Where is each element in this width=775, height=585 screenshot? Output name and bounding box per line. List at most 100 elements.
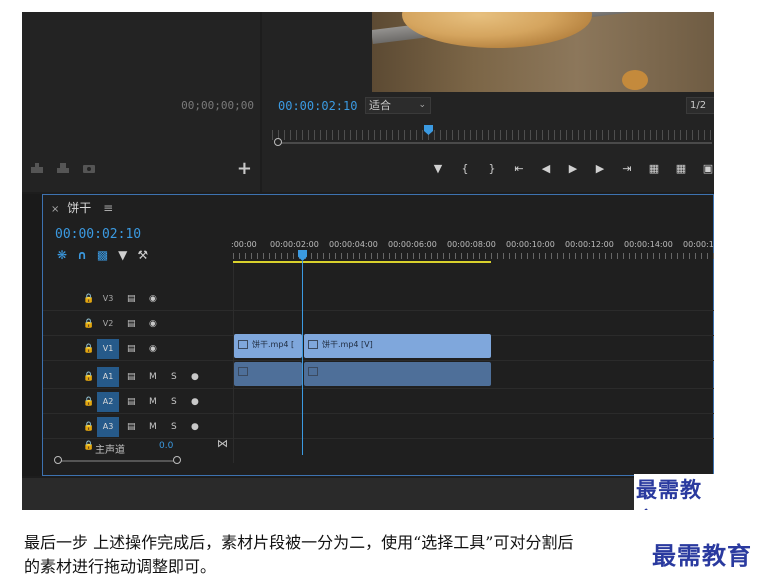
ruler-label: 00:00:10:00 <box>506 240 555 249</box>
track-v3-target[interactable]: V3 <box>97 289 119 309</box>
track-a2-target[interactable]: A2 <box>97 392 119 412</box>
caption-line: 的素材进行拖动调整即可。 <box>24 557 217 576</box>
sync-lock-icon[interactable]: ▤ <box>127 287 136 311</box>
master-track-label: 主声道 <box>95 445 125 456</box>
nest-icon[interactable]: ❋ <box>57 248 67 262</box>
track-row-a2: 🔒 A2 ▤ M S ● <box>43 390 714 414</box>
track-v1-target[interactable]: V1 <box>97 339 119 359</box>
track-row-v3: 🔒 V3 ▤ ◉ <box>43 287 714 311</box>
zoom-handle-left[interactable] <box>54 456 62 464</box>
ruler-label: 00:00:06:00 <box>388 240 437 249</box>
timeline-timecode[interactable]: 00:00:02:10 <box>55 227 141 242</box>
overwrite-icon[interactable] <box>56 162 70 174</box>
lock-icon[interactable]: 🔒 <box>83 337 94 361</box>
tab-sequence[interactable]: × 饼干 ≡ <box>51 199 113 216</box>
timeline-zoom-scrollbar[interactable] <box>54 456 181 464</box>
program-ruler[interactable] <box>272 130 712 140</box>
clip-label: 饼干.mp4 [ <box>238 339 294 350</box>
solo-button[interactable]: S <box>171 365 177 389</box>
add-button[interactable]: + <box>237 158 252 179</box>
premiere-screenshot: 00;00;00;00 + 00:00:02:10 适合 ⌄ 1/2 ▼ { }… <box>22 12 714 510</box>
sync-lock-icon[interactable]: ▤ <box>127 365 136 389</box>
ruler-label: 00:00:08:00 <box>447 240 496 249</box>
track-v2-target[interactable]: V2 <box>97 314 119 334</box>
fx-badge-icon <box>238 367 248 376</box>
eye-icon[interactable]: ◉ <box>149 337 157 361</box>
master-volume-value[interactable]: 0.0 <box>159 441 173 451</box>
mark-out-icon[interactable]: } <box>486 162 498 175</box>
clip-a1-right[interactable] <box>304 362 491 386</box>
clip-v1-left[interactable]: 饼干.mp4 [ <box>234 334 302 358</box>
menu-icon[interactable]: ≡ <box>103 201 113 215</box>
caption: 最后一步 上述操作完成后，素材片段被一分为二，使用“选择工具”可对分割后 的素材… <box>24 531 724 579</box>
mute-button[interactable]: M <box>149 390 157 414</box>
microphone-icon[interactable]: ● <box>191 390 199 414</box>
eye-icon[interactable]: ◉ <box>149 287 157 311</box>
program-timecode[interactable]: 00:00:02:10 <box>278 99 357 113</box>
sync-lock-icon[interactable]: ▤ <box>127 390 136 414</box>
cookie-fragment <box>622 70 648 90</box>
watermark-logo-outer: 最需教育 <box>652 536 752 571</box>
lock-icon[interactable]: 🔒 <box>83 365 94 389</box>
track-a3-target[interactable]: A3 <box>97 417 119 437</box>
linked-selection-icon[interactable]: ▩ <box>97 248 108 262</box>
clip-a1-left[interactable] <box>234 362 302 386</box>
fx-badge-icon <box>308 340 318 349</box>
fit-value: 适合 <box>369 99 391 112</box>
resolution-dropdown[interactable]: 1/2 <box>686 97 714 114</box>
clip-v1-right[interactable]: 饼干.mp4 [V] <box>304 334 491 358</box>
program-zoom-scrollbar[interactable] <box>274 138 712 146</box>
zoom-handle[interactable] <box>274 138 282 146</box>
export-frame-icon[interactable]: ▣ <box>702 162 714 175</box>
add-marker-icon[interactable]: ▼ <box>432 162 444 175</box>
source-timecode[interactable]: 00;00;00;00 <box>181 99 254 112</box>
ruler-label: 00:00:14:00 <box>624 240 673 249</box>
microphone-icon[interactable]: ● <box>191 365 199 389</box>
clip-label: 饼干.mp4 [V] <box>308 339 373 350</box>
timeline-panel: × 饼干 ≡ 00:00:02:10 ❋ ∩ ▩ ▼ ⚒ :00:00 00:0… <box>42 194 714 476</box>
zoom-handle-right[interactable] <box>173 456 181 464</box>
microphone-icon[interactable]: ● <box>191 415 199 439</box>
sync-lock-icon[interactable]: ▤ <box>127 337 136 361</box>
solo-button[interactable]: S <box>171 390 177 414</box>
source-icons <box>30 162 96 174</box>
lock-icon[interactable]: 🔒 <box>83 287 94 311</box>
timeline-tools: ❋ ∩ ▩ ▼ ⚒ <box>57 248 148 262</box>
sync-lock-icon[interactable]: ▤ <box>127 312 136 336</box>
mute-button[interactable]: M <box>149 415 157 439</box>
wrench-icon[interactable]: ⚒ <box>137 248 148 262</box>
insert-icon[interactable] <box>30 162 44 174</box>
lock-icon[interactable]: 🔒 <box>83 390 94 414</box>
mark-in-icon[interactable]: { <box>459 162 471 175</box>
lock-icon[interactable]: 🔒 <box>83 441 94 451</box>
step-forward-icon[interactable]: ▶ <box>594 162 606 175</box>
lock-icon[interactable]: 🔒 <box>83 312 94 336</box>
track-a1-target[interactable]: A1 <box>97 367 119 387</box>
lock-icon[interactable]: 🔒 <box>83 415 94 439</box>
mute-button[interactable]: M <box>149 365 157 389</box>
extract-icon[interactable]: ▦ <box>675 162 687 175</box>
lift-icon[interactable]: ▦ <box>648 162 660 175</box>
work-area-bar[interactable] <box>233 261 491 263</box>
go-to-in-icon[interactable]: ⇤ <box>513 162 525 175</box>
solo-button[interactable]: S <box>171 415 177 439</box>
ruler-label: 00:00:1 <box>683 240 714 249</box>
close-icon[interactable]: × <box>51 204 59 215</box>
fit-dropdown[interactable]: 适合 ⌄ <box>365 97 431 114</box>
clip-label <box>308 367 322 376</box>
sync-lock-icon[interactable]: ▤ <box>127 415 136 439</box>
eye-icon[interactable]: ◉ <box>149 312 157 336</box>
add-marker-icon[interactable]: ▼ <box>118 248 127 262</box>
snap-icon[interactable]: ∩ <box>77 248 87 262</box>
bottom-strip <box>22 478 714 510</box>
clip-label <box>238 367 252 376</box>
step-back-icon[interactable]: ◀ <box>540 162 552 175</box>
go-to-out-icon[interactable]: ⇥ <box>621 162 633 175</box>
chevron-down-icon: ⌄ <box>418 100 426 110</box>
sequence-name: 饼干 <box>67 201 92 215</box>
cookie-shape <box>402 12 592 48</box>
play-icon[interactable]: ▶ <box>567 162 579 175</box>
camera-icon[interactable] <box>82 162 96 174</box>
caption-line: 最后一步 上述操作完成后，素材片段被一分为二，使用“选择工具”可对分割后 <box>24 533 574 552</box>
go-to-end-icon[interactable]: ⋈ <box>217 437 228 450</box>
